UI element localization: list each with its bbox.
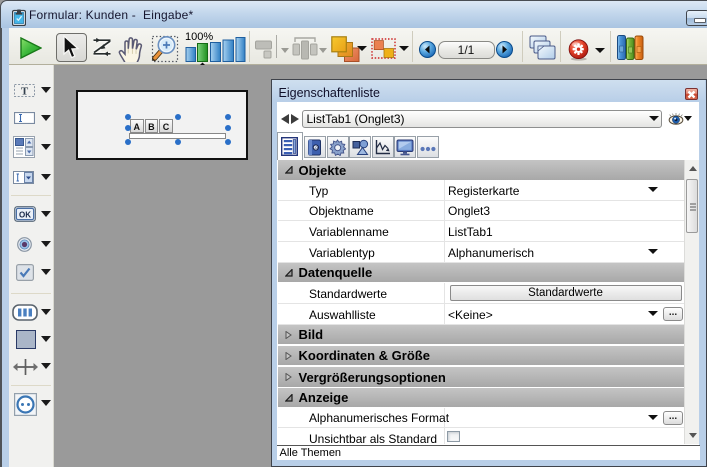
- svg-text:T: T: [20, 85, 28, 97]
- svg-text:OK: OK: [19, 211, 31, 220]
